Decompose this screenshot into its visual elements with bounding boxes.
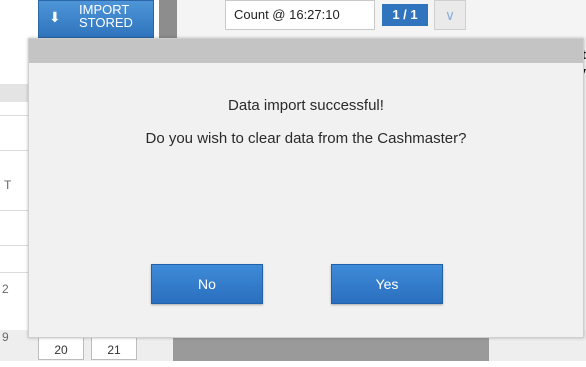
toolbar-divider: [159, 0, 177, 40]
yes-button[interactable]: Yes: [331, 264, 443, 304]
dropdown-button[interactable]: ∨: [434, 0, 466, 30]
count-label: Count @ 16:27:10: [234, 7, 340, 22]
left-panel-digit: 2: [2, 282, 9, 296]
import-label-line2: STORED: [79, 15, 133, 30]
import-success-dialog: Data import successful! Do you wish to c…: [28, 38, 584, 338]
divider: [0, 210, 30, 211]
left-panel-header: [0, 84, 30, 102]
chevron-down-icon: ∨: [444, 7, 456, 23]
download-icon: ⬇: [49, 9, 61, 25]
divider: [0, 150, 30, 151]
dialog-message-success: Data import successful!: [228, 97, 384, 114]
divider: [0, 115, 30, 116]
page-indicator: 1 / 1: [382, 4, 428, 26]
import-button-label: IMPORT STORED: [79, 3, 149, 29]
dialog-header: [29, 39, 583, 63]
left-panel-digit-2: 9: [2, 330, 9, 344]
divider: [0, 245, 30, 246]
import-stored-button[interactable]: ⬇ IMPORT STORED: [38, 0, 154, 38]
no-button[interactable]: No: [151, 264, 263, 304]
count-selector[interactable]: Count @ 16:27:10: [225, 0, 375, 30]
divider: [0, 272, 30, 273]
dialog-message-question: Do you wish to clear data from the Cashm…: [145, 130, 467, 147]
left-panel-text: T: [4, 178, 12, 192]
